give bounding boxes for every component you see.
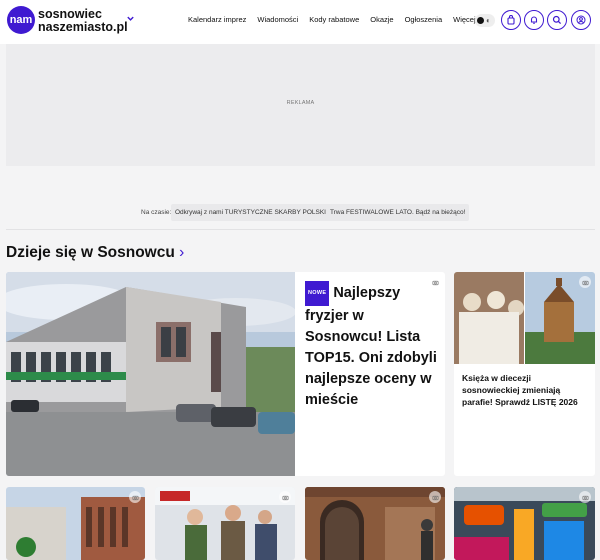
trending-label: Na czasie: [141, 209, 172, 216]
chevron-right-icon: › [179, 244, 185, 261]
nav-item-kalendarz[interactable]: Kalendarz imprez [188, 15, 246, 24]
main-article-image [6, 272, 295, 476]
main-nav: Kalendarz imprez Wiadomości Kody rabatow… [188, 15, 495, 24]
logo-mark[interactable]: nam [7, 6, 35, 34]
theme-toggle-icon [477, 17, 484, 24]
article-card-3[interactable] [305, 487, 445, 560]
site-header: nam sosnowiec naszemiasto.pl Kalendarz i… [0, 0, 600, 44]
section-title-text: Dzieje się w Sosnowcu [6, 244, 175, 261]
article-card-2[interactable] [155, 487, 295, 560]
account-button[interactable] [571, 10, 591, 30]
nav-item-kody[interactable]: Kody rabatowe [309, 15, 359, 24]
logo-text[interactable]: sosnowiec naszemiasto.pl [38, 8, 128, 34]
nav-item-okazje[interactable]: Okazje [370, 15, 393, 24]
search-button[interactable] [547, 10, 567, 30]
article-image-4 [454, 487, 595, 560]
chevron-down-icon[interactable] [126, 14, 135, 25]
bag-button[interactable] [501, 10, 521, 30]
main-article-title[interactable]: NOWE Najlepszy fryzjer w Sosnowcu! Lista … [305, 281, 443, 411]
camera-icon [579, 276, 591, 288]
nav-item-ogloszenia[interactable]: Ogłoszenia [405, 15, 443, 24]
divider [6, 229, 595, 230]
new-badge: NOWE [305, 281, 330, 306]
search-icon [552, 15, 562, 25]
theme-toggle[interactable]: ◐ [475, 14, 495, 27]
section-title[interactable]: Dzieje się w Sosnowcu › [6, 244, 184, 262]
logo-line-2: naszemiasto.pl [38, 20, 128, 34]
camera-icon [579, 491, 591, 503]
camera-icon [429, 491, 441, 503]
trending-pill-turystyczne[interactable]: Odkrywaj z nami TURYSTYCZNE SKARBY POLSK… [171, 204, 330, 221]
moon-icon: ◐ [486, 16, 491, 25]
article-card-4[interactable] [454, 487, 595, 560]
article-image-1 [6, 487, 145, 560]
user-icon [576, 15, 586, 25]
ad-slot[interactable]: REKLAMA [6, 44, 595, 166]
article-image-3 [305, 487, 445, 560]
camera-icon [279, 491, 291, 503]
ad-label: REKLAMA [286, 100, 315, 106]
trending-pill-festiwalowe[interactable]: Trwa FESTIWALOWE LATO. Bądź na bieżąco! [326, 204, 470, 221]
article-card-1[interactable] [6, 487, 145, 560]
notifications-button[interactable] [524, 10, 544, 30]
camera-icon [129, 491, 141, 503]
bag-icon [507, 15, 515, 25]
nav-item-wiadomosci[interactable]: Wiadomości [257, 15, 298, 24]
article-image-2 [155, 487, 295, 560]
side-article-image [454, 272, 595, 364]
bell-icon [530, 16, 538, 24]
side-article-title[interactable]: Księża w diecezji sosnowieckiej zmieniaj… [462, 372, 588, 408]
nav-item-wiecej-label: Więcej [453, 15, 476, 24]
